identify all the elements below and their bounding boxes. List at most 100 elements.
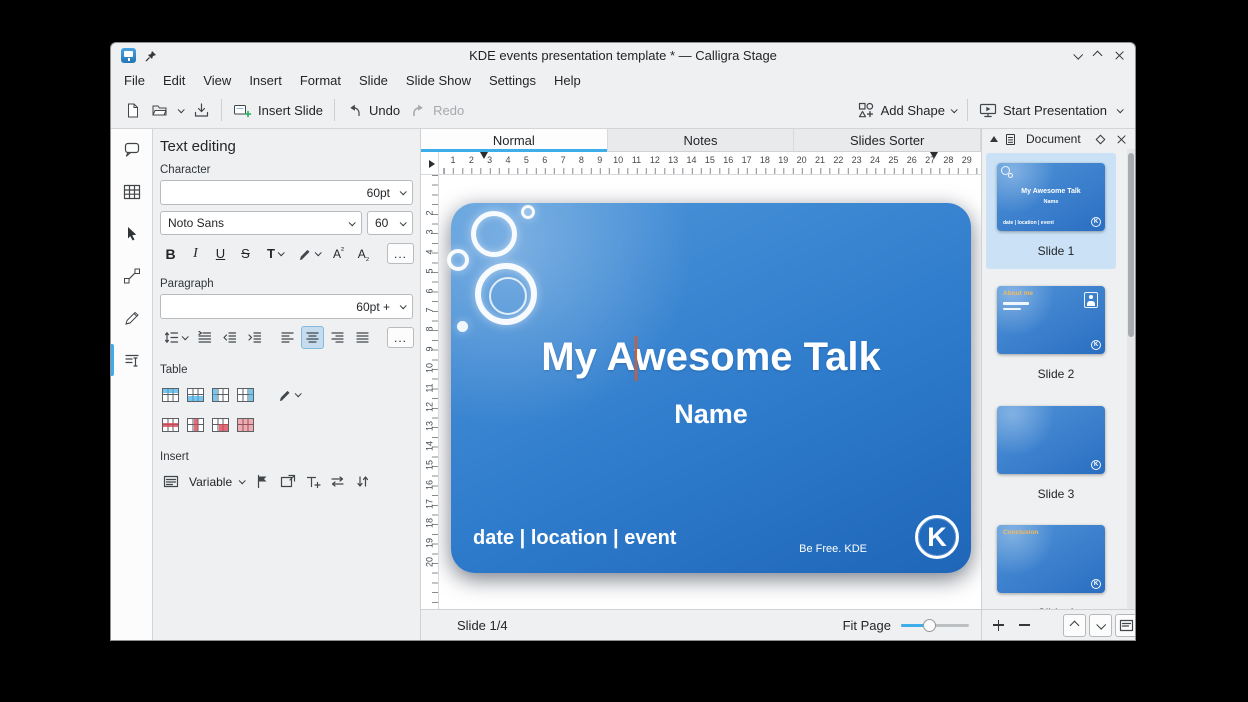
redo-button[interactable]: Redo [405, 97, 469, 124]
slide-subtitle-text[interactable]: Name [451, 399, 971, 430]
titlebar[interactable]: KDE events presentation template * — Cal… [111, 43, 1135, 68]
font-size-combo[interactable]: 60 [367, 211, 413, 235]
vertical-ruler[interactable]: 234567891011121314151617181920 [421, 175, 439, 609]
ruler-number: 18 [760, 155, 770, 165]
swap-vertical-button[interactable] [351, 470, 374, 493]
insert-bookmark-button[interactable] [251, 470, 274, 493]
start-presentation-button[interactable]: Start Presentation [974, 97, 1112, 124]
menu-file[interactable]: File [115, 70, 154, 91]
align-center-button[interactable] [301, 326, 324, 349]
menu-edit[interactable]: Edit [154, 70, 194, 91]
insert-column-right-icon [237, 388, 254, 402]
menu-insert[interactable]: Insert [240, 70, 291, 91]
swap-horizontal-button[interactable] [326, 470, 349, 493]
toolbar-overflow-button[interactable] [1112, 103, 1127, 118]
horizontal-ruler[interactable]: 1234567891011121314151617181920212223242… [439, 152, 981, 175]
variable-combo[interactable]: Variable [184, 470, 249, 493]
indent-first-line-button[interactable] [193, 326, 216, 349]
align-left-button[interactable] [276, 326, 299, 349]
underline-button[interactable]: U [209, 242, 232, 265]
docker-header[interactable]: Document [982, 129, 1135, 149]
menu-view[interactable]: View [194, 70, 240, 91]
font-family-combo[interactable]: Noto Sans [160, 211, 362, 235]
insert-column-right-button[interactable] [234, 383, 257, 406]
character-style-combo[interactable]: 60pt [160, 180, 413, 205]
connector-tool-button[interactable] [111, 255, 152, 297]
docker-close-icon[interactable] [1116, 134, 1127, 145]
indent-less-button[interactable] [218, 326, 241, 349]
maximize-button[interactable] [1093, 51, 1103, 61]
move-slide-down-button[interactable] [1089, 614, 1112, 637]
delete-column-button[interactable] [184, 413, 207, 436]
insert-slide-button[interactable]: Insert Slide [228, 97, 328, 124]
zoom-mode-label[interactable]: Fit Page [843, 618, 891, 633]
slide-canvas[interactable]: My Awesome Talk Name date | location | e… [439, 175, 981, 609]
save-button[interactable] [188, 97, 215, 124]
menu-format[interactable]: Format [291, 70, 350, 91]
tab-normal[interactable]: Normal [421, 129, 608, 152]
slide-thumbnail-3[interactable] [997, 406, 1105, 474]
open-document-button[interactable] [146, 97, 173, 124]
slide-title-text[interactable]: My Awesome Talk [451, 333, 971, 381]
paragraph-style-combo[interactable]: 60pt + [160, 294, 413, 319]
menu-slide-show[interactable]: Slide Show [397, 70, 480, 91]
paragraph-more-button[interactable]: ... [387, 327, 414, 348]
variable-label: Variable [189, 475, 232, 489]
slide-footer-text[interactable]: date | location | event [473, 527, 676, 550]
text-tool-button[interactable] [111, 339, 152, 381]
delete-row-button[interactable] [159, 413, 182, 436]
indent-more-button[interactable] [243, 326, 266, 349]
docker-collapse-icon[interactable] [990, 136, 998, 142]
tab-notes[interactable]: Notes [608, 129, 795, 152]
insert-text-button[interactable] [301, 470, 324, 493]
italic-button[interactable]: I [184, 242, 207, 265]
slide[interactable]: My Awesome Talk Name date | location | e… [451, 203, 971, 573]
delete-cell-button[interactable] [209, 413, 232, 436]
change-case-button[interactable] [259, 242, 291, 265]
close-button[interactable] [1114, 50, 1125, 61]
insert-link-frame-button[interactable] [276, 470, 299, 493]
main-view: Normal Notes Slides Sorter 1234567891011… [421, 129, 981, 640]
slides-view-button[interactable] [1115, 614, 1136, 637]
delete-slide-button[interactable] [1013, 614, 1036, 637]
bold-button[interactable]: B [159, 242, 182, 265]
table-tool-button[interactable] [111, 171, 152, 213]
line-spacing-button[interactable] [159, 326, 191, 349]
menu-slide[interactable]: Slide [350, 70, 397, 91]
mini-slide-4: Conclusion [997, 525, 1105, 593]
table-border-pen-button[interactable] [273, 383, 305, 406]
insert-row-above-button[interactable] [159, 383, 182, 406]
shape-tool-button[interactable] [111, 129, 152, 171]
strikethrough-button[interactable]: S [234, 242, 257, 265]
insert-column-left-button[interactable] [209, 383, 232, 406]
slide-thumbnail-4[interactable]: Conclusion [997, 525, 1105, 593]
slide-thumbnail-1[interactable]: My Awesome Talk Name date | location | e… [997, 163, 1105, 231]
insert-section-label: Insert [160, 451, 420, 463]
docker-scrollbar[interactable] [1128, 153, 1134, 337]
subscript-button[interactable] [352, 242, 375, 265]
menu-help[interactable]: Help [545, 70, 590, 91]
insert-row-below-button[interactable] [184, 383, 207, 406]
text-color-button[interactable] [293, 242, 325, 265]
insert-text-frame-button[interactable] [159, 470, 182, 493]
slide-thumbnail-2[interactable]: About me [997, 286, 1105, 354]
open-recent-chevron[interactable] [173, 103, 188, 118]
align-right-button[interactable] [326, 326, 349, 349]
superscript-button[interactable] [327, 242, 350, 265]
undo-button[interactable]: Undo [341, 97, 405, 124]
zoom-slider-handle[interactable] [923, 619, 936, 632]
menu-settings[interactable]: Settings [480, 70, 545, 91]
freehand-path-tool-button[interactable] [111, 297, 152, 339]
minimize-button[interactable] [1073, 50, 1083, 60]
align-justify-button[interactable] [351, 326, 374, 349]
delete-table-button[interactable] [234, 413, 257, 436]
new-document-button[interactable] [119, 97, 146, 124]
zoom-slider[interactable] [901, 618, 969, 632]
character-more-button[interactable]: ... [387, 243, 414, 264]
add-slide-button[interactable] [987, 614, 1010, 637]
docker-float-icon[interactable] [1096, 134, 1106, 144]
move-slide-up-button[interactable] [1063, 614, 1086, 637]
add-shape-button[interactable]: Add Shape [853, 97, 961, 124]
selection-tool-button[interactable] [111, 213, 152, 255]
tab-slides-sorter[interactable]: Slides Sorter [794, 129, 981, 152]
